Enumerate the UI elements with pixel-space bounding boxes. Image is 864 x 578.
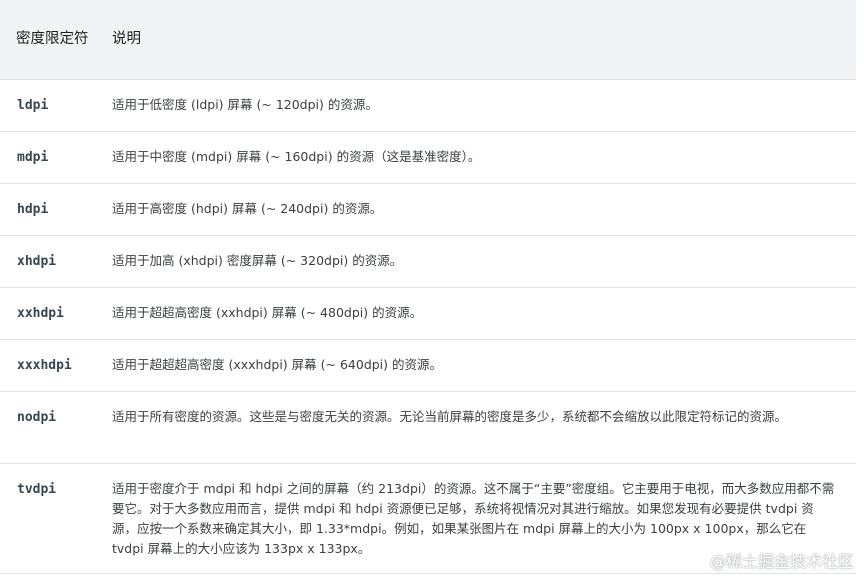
header-description: 说明 (98, 0, 856, 80)
header-qualifier: 密度限定符 (0, 0, 98, 80)
density-qualifier-table: 密度限定符 说明 ldpi 适用于低密度 (ldpi) 屏幕 (~ 120dpi… (0, 0, 856, 574)
description-cell: 适用于加高 (xhdpi) 密度屏幕 (~ 320dpi) 的资源。 (98, 235, 856, 288)
table-row: xhdpi 适用于加高 (xhdpi) 密度屏幕 (~ 320dpi) 的资源。 (0, 235, 856, 288)
table-row: xxhdpi 适用于超超高密度 (xxhdpi) 屏幕 (~ 480dpi) 的… (0, 287, 856, 340)
qualifier-cell: xxhdpi (0, 287, 98, 340)
qualifier-cell: tvdpi (0, 463, 98, 574)
table-row: hdpi 适用于高密度 (hdpi) 屏幕 (~ 240dpi) 的资源。 (0, 183, 856, 236)
qualifier-cell: mdpi (0, 131, 98, 184)
qualifier-cell: nodpi (0, 391, 98, 464)
table-header: 密度限定符 说明 (0, 0, 856, 80)
header-row: 密度限定符 说明 (0, 0, 856, 80)
table-row: nodpi 适用于所有密度的资源。这些是与密度无关的资源。无论当前屏幕的密度是多… (0, 391, 856, 464)
description-cell: 适用于中密度 (mdpi) 屏幕 (~ 160dpi) 的资源（这是基准密度）。 (98, 131, 856, 184)
table-row: mdpi 适用于中密度 (mdpi) 屏幕 (~ 160dpi) 的资源（这是基… (0, 131, 856, 184)
table-row: ldpi 适用于低密度 (ldpi) 屏幕 (~ 120dpi) 的资源。 (0, 79, 856, 132)
qualifier-cell: xxxhdpi (0, 339, 98, 392)
qualifier-cell: ldpi (0, 79, 98, 132)
qualifier-cell: hdpi (0, 183, 98, 236)
watermark: @稀土掘金技术社区 (709, 552, 854, 571)
description-cell: 适用于超超超高密度 (xxxhdpi) 屏幕 (~ 640dpi) 的资源。 (98, 339, 856, 392)
description-cell: 适用于所有密度的资源。这些是与密度无关的资源。无论当前屏幕的密度是多少，系统都不… (98, 391, 856, 464)
description-cell: 适用于高密度 (hdpi) 屏幕 (~ 240dpi) 的资源。 (98, 183, 856, 236)
description-cell: 适用于低密度 (ldpi) 屏幕 (~ 120dpi) 的资源。 (98, 79, 856, 132)
table-body: ldpi 适用于低密度 (ldpi) 屏幕 (~ 120dpi) 的资源。 md… (0, 79, 856, 574)
table-row: xxxhdpi 适用于超超超高密度 (xxxhdpi) 屏幕 (~ 640dpi… (0, 339, 856, 392)
description-cell: 适用于超超高密度 (xxhdpi) 屏幕 (~ 480dpi) 的资源。 (98, 287, 856, 340)
qualifier-cell: xhdpi (0, 235, 98, 288)
